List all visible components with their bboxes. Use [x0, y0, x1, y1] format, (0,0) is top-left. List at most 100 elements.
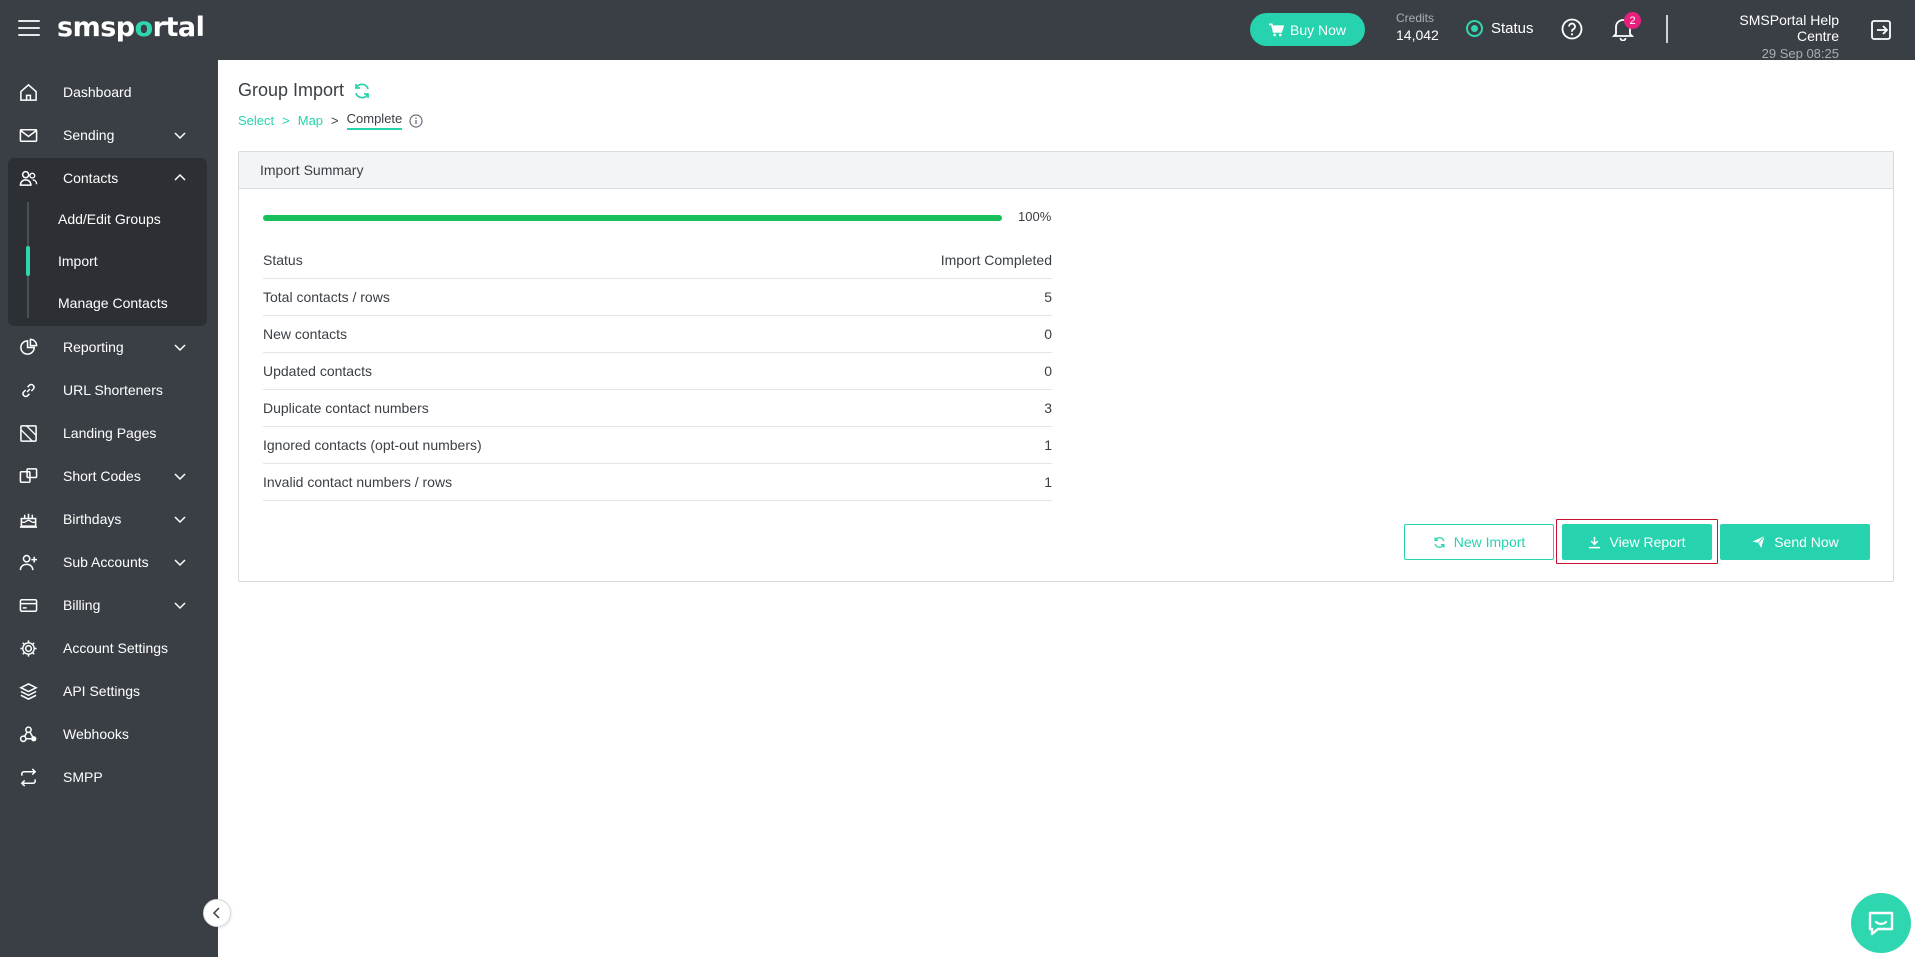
summary-row-label: Updated contacts [263, 363, 372, 379]
breadcrumb-select[interactable]: Select [238, 113, 274, 128]
short-codes-icon [19, 468, 38, 483]
datetime: 29 Sep 08:25 [1761, 46, 1839, 61]
summary-row-label: Duplicate contact numbers [263, 400, 429, 416]
home-icon [20, 83, 37, 101]
logo[interactable]: smsportal [57, 12, 205, 43]
layers-icon [19, 683, 38, 700]
summary-row-value: 0 [1044, 363, 1052, 379]
credits-value: 14,042 [1396, 27, 1439, 43]
sidebar-item-billing[interactable]: Billing [0, 585, 218, 625]
refresh-icon[interactable] [353, 82, 371, 100]
send-now-label: Send Now [1774, 534, 1839, 550]
sidebar-item-label: Dashboard [63, 84, 132, 100]
summary-row-value: 1 [1044, 437, 1052, 453]
chevron-down-icon [174, 602, 186, 610]
paper-plane-icon [1752, 535, 1766, 549]
import-progress-fill [263, 215, 1002, 221]
users-icon [19, 170, 38, 186]
status-dot-icon [1466, 20, 1483, 37]
new-import-button[interactable]: New Import [1404, 524, 1554, 560]
credits-display: Credits 14,042 [1396, 11, 1439, 43]
status-indicator[interactable]: Status [1466, 20, 1534, 37]
sidebar-item-sub-accounts[interactable]: Sub Accounts [0, 542, 218, 582]
sidebar-item-reporting[interactable]: Reporting [0, 327, 218, 367]
sidebar-item-contacts[interactable]: Contacts [0, 158, 218, 198]
sidebar-subitem-manage-contacts[interactable]: Manage Contacts [58, 295, 168, 311]
refresh-icon [1434, 536, 1445, 548]
info-icon[interactable] [409, 113, 423, 128]
webhook-icon [19, 726, 37, 743]
sidebar-item-label: SMPP [63, 769, 103, 785]
breadcrumb-map[interactable]: Map [298, 113, 323, 128]
summary-row: Ignored contacts (opt-out numbers) 1 [263, 427, 1052, 464]
chat-bubble-icon [1868, 911, 1894, 936]
sidebar-item-sending[interactable]: Sending [0, 115, 218, 155]
chevron-down-icon [174, 344, 186, 352]
repeat-icon [20, 768, 37, 787]
sidebar: Dashboard Sending Contacts Add/Edit Grou… [0, 60, 218, 957]
summary-row-value: 1 [1044, 474, 1052, 490]
sidebar-item-smpp[interactable]: SMPP [0, 757, 218, 797]
breadcrumb: Select > Map > Complete [238, 111, 423, 130]
credit-card-icon [19, 599, 38, 612]
sidebar-item-birthdays[interactable]: Birthdays [0, 499, 218, 539]
summary-row-label: Status [263, 252, 303, 268]
hamburger-menu-icon[interactable] [18, 20, 40, 38]
sidebar-item-dashboard[interactable]: Dashboard [0, 72, 218, 112]
send-now-button[interactable]: Send Now [1720, 524, 1870, 560]
sidebar-item-label: API Settings [63, 683, 141, 699]
view-report-focus-outline [1556, 519, 1718, 564]
sidebar-subitem-add-edit-groups[interactable]: Add/Edit Groups [58, 211, 161, 227]
summary-row-label: New contacts [263, 326, 348, 342]
summary-row-label: Invalid contact numbers / rows [263, 474, 453, 490]
page-title: Group Import [238, 80, 371, 101]
summary-row-label: Ignored contacts (opt-out numbers) [263, 437, 482, 453]
sidebar-item-label: Short Codes [63, 468, 141, 484]
sidebar-item-api-settings[interactable]: API Settings [0, 671, 218, 711]
top-bar: smsportal Buy Now Credits 14,042 Status … [0, 0, 1915, 61]
landing-page-icon [20, 425, 37, 442]
status-label: Status [1491, 20, 1534, 37]
envelope-icon [19, 129, 38, 142]
summary-row-value: 0 [1044, 326, 1052, 342]
new-import-label: New Import [1453, 534, 1526, 550]
import-progress-label: 100% [1018, 209, 1052, 224]
logout-icon[interactable] [1870, 19, 1892, 41]
summary-row: New contacts 0 [263, 316, 1052, 353]
sidebar-item-account-settings[interactable]: Account Settings [0, 628, 218, 668]
chevron-down-icon [174, 516, 186, 524]
sidebar-subitem-import[interactable]: Import [58, 253, 98, 269]
page-title-text: Group Import [238, 80, 345, 100]
pie-chart-icon [20, 338, 38, 355]
sidebar-item-webhooks[interactable]: Webhooks [0, 714, 218, 754]
summary-row: Duplicate contact numbers 3 [263, 390, 1052, 427]
summary-row-value: Import Completed [940, 252, 1052, 268]
sidebar-item-label: Sending [63, 127, 115, 143]
chevron-down-icon [174, 132, 186, 140]
sidebar-item-label: Contacts [63, 170, 119, 186]
sidebar-item-label: Reporting [63, 339, 124, 355]
buy-now-label: Buy Now [1289, 21, 1347, 38]
user-info[interactable]: SMSPortal Help Centre 29 Sep 08:25 [1697, 12, 1839, 61]
sidebar-item-landing-pages[interactable]: Landing Pages [0, 413, 218, 453]
import-progress-bar [263, 215, 1002, 221]
sidebar-item-short-codes[interactable]: Short Codes [0, 456, 218, 496]
help-icon[interactable] [1561, 18, 1583, 40]
summary-row: Total contacts / rows 5 [263, 279, 1052, 316]
summary-row-value: 5 [1044, 289, 1052, 305]
chat-widget-button[interactable] [1851, 893, 1911, 953]
cart-icon [1268, 23, 1284, 36]
sidebar-item-url-shorteners[interactable]: URL Shorteners [0, 370, 218, 410]
summary-row: Status Import Completed [263, 242, 1052, 279]
buy-now-button[interactable]: Buy Now [1250, 13, 1365, 46]
sidebar-collapse-button[interactable] [203, 899, 231, 927]
user-plus-icon [19, 554, 38, 571]
chevron-down-icon [174, 559, 186, 567]
sidebar-item-label: Birthdays [63, 511, 122, 527]
gear-icon [20, 640, 37, 657]
cake-icon [19, 513, 38, 528]
user-name: SMSPortal Help Centre [1739, 12, 1839, 44]
sidebar-item-label: URL Shorteners [63, 382, 163, 398]
breadcrumb-complete: Complete [346, 111, 403, 130]
summary-row: Updated contacts 0 [263, 353, 1052, 390]
